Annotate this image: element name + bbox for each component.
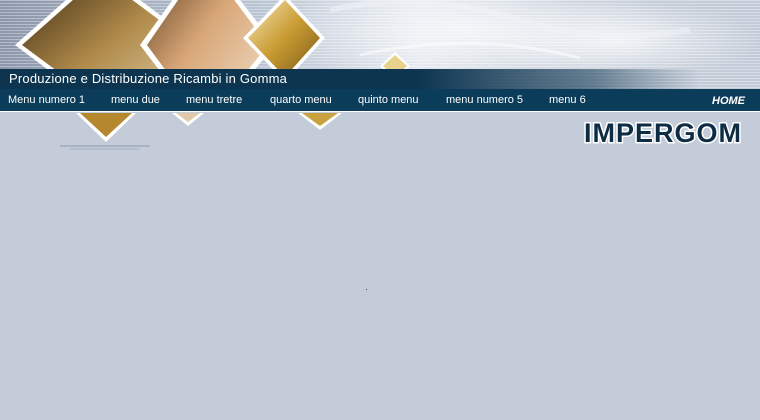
nav-item-menu-due[interactable]: menu due [111, 94, 160, 106]
nav-item-menu-numero-1[interactable]: Menu numero 1 [8, 94, 85, 106]
nav-item-quinto-menu[interactable]: quinto menu [358, 94, 419, 106]
impergom-logo: IMPERGOM IMPERGOM [583, 117, 743, 149]
nav-item-menu-6[interactable]: menu 6 [549, 94, 586, 106]
home-link[interactable]: HOME [712, 93, 754, 112]
nav-item-menu-numero-5[interactable]: menu numero 5 [446, 94, 523, 106]
main-navigation: Menu numero 1 menu due menu tretre quart… [0, 89, 760, 112]
stray-dot [366, 289, 367, 290]
header-diamond-tips [60, 113, 342, 150]
home-label: HOME [712, 95, 746, 107]
brand-logo-text: IMPERGOM [584, 118, 742, 148]
site-tagline: Produzione e Distribuzione Ricambi in Go… [9, 71, 288, 86]
tagline-bar: Produzione e Distribuzione Ricambi in Go… [0, 69, 760, 89]
nav-item-menu-tretre[interactable]: menu tretre [186, 94, 242, 106]
nav-item-quarto-menu[interactable]: quarto menu [270, 94, 332, 106]
home-text-icon: HOME [712, 95, 746, 107]
